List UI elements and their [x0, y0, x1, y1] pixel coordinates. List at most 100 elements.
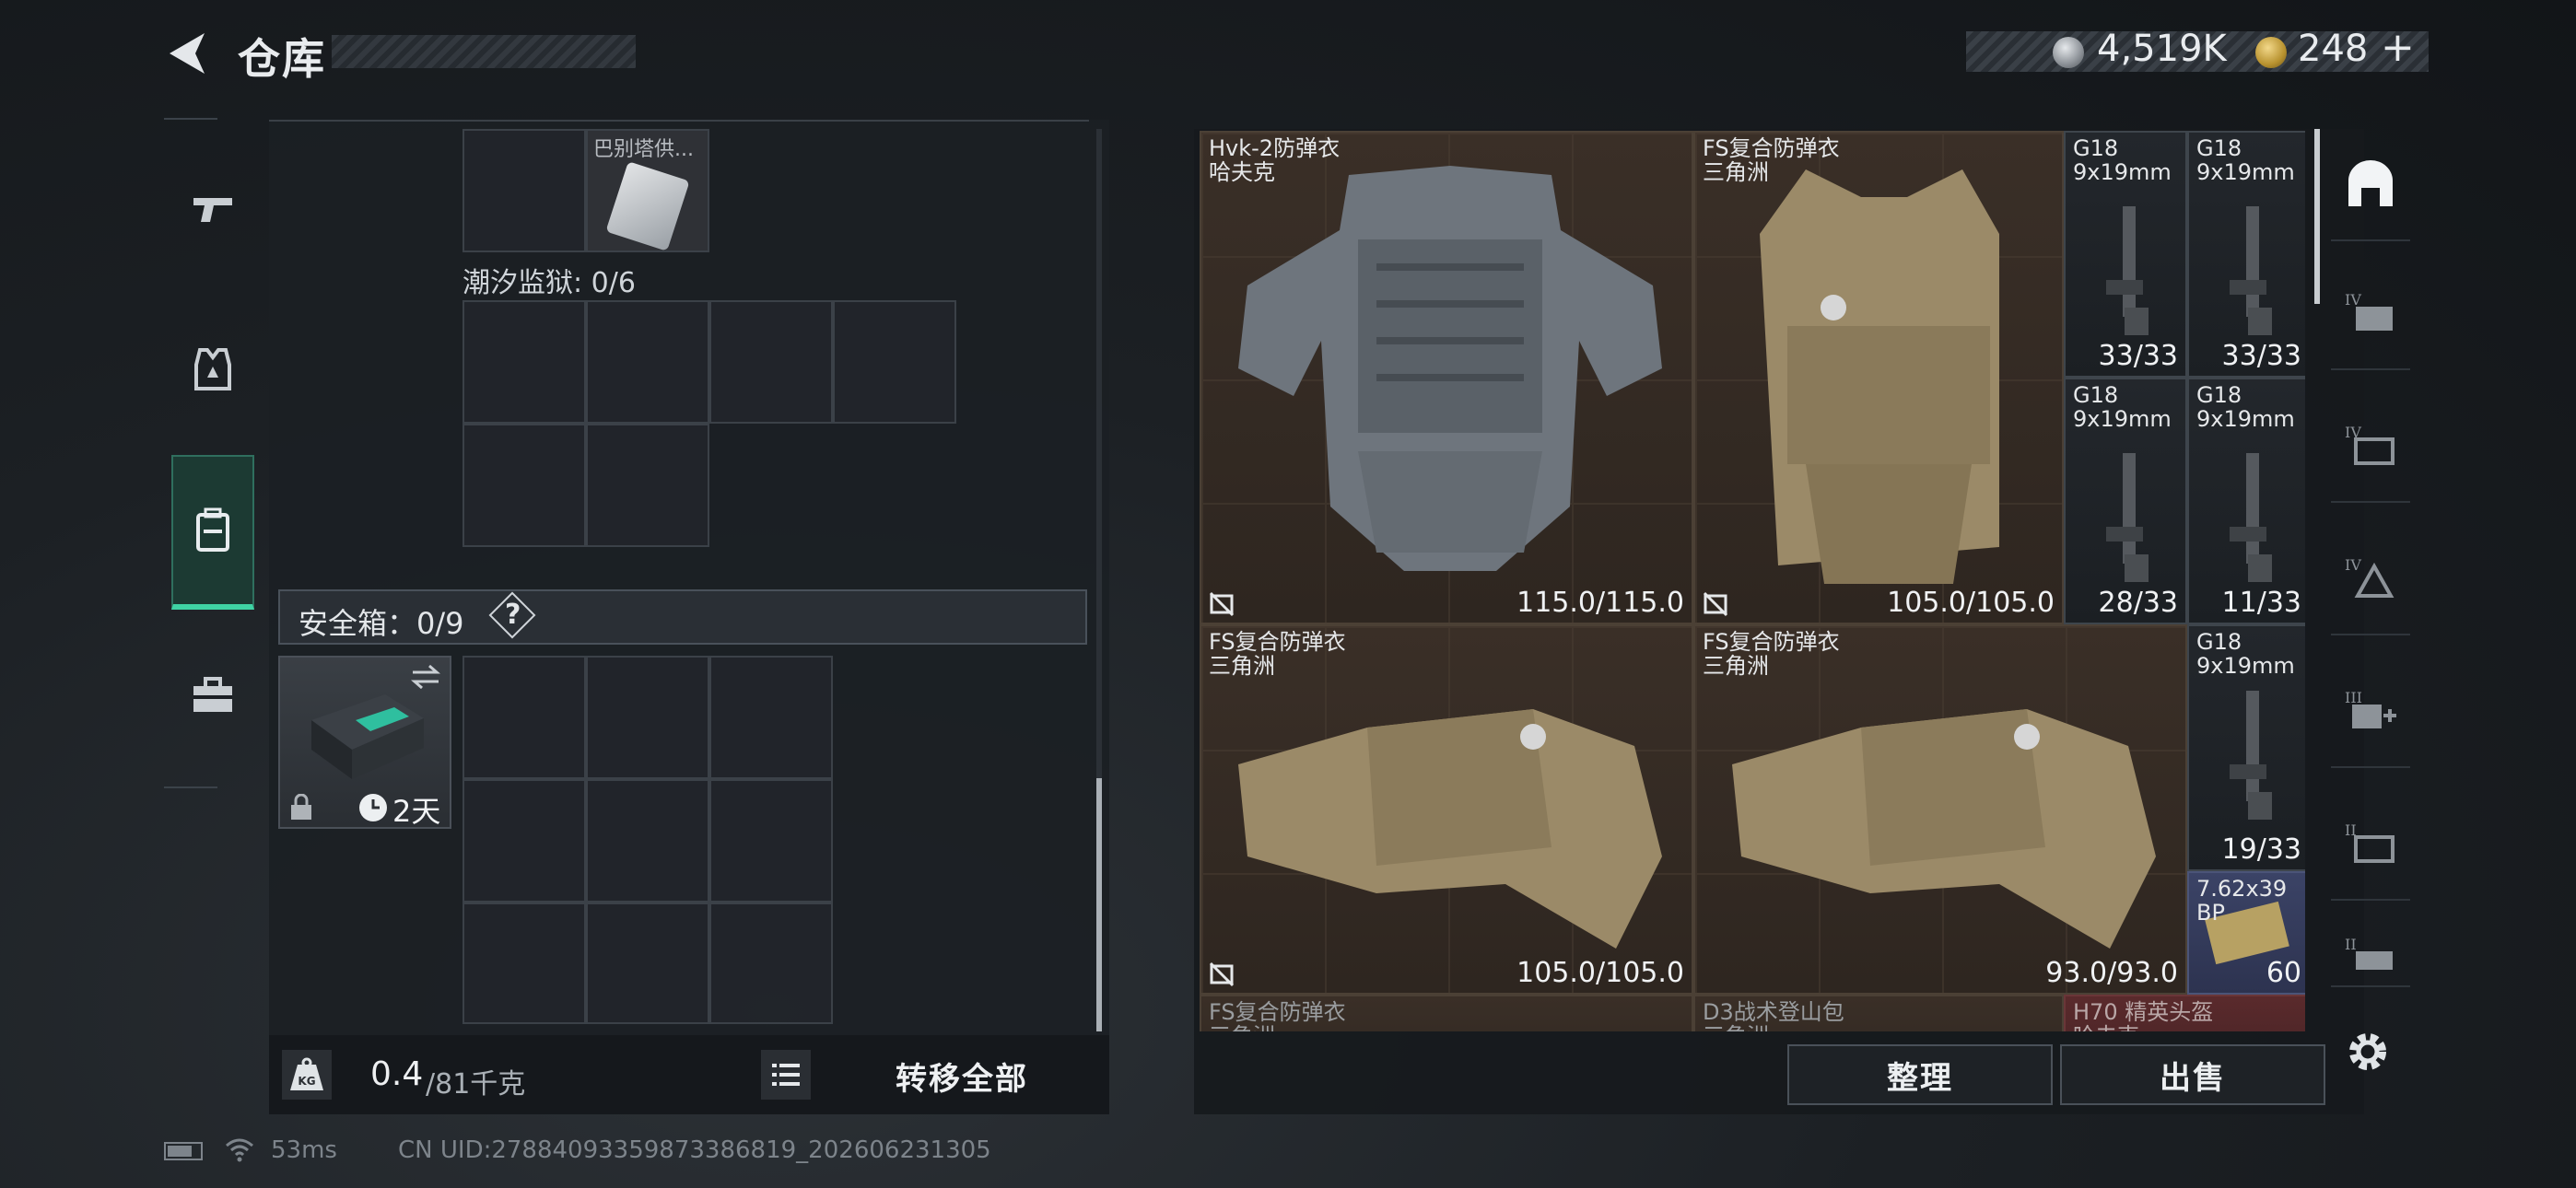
tab-rig-ii[interactable]: II — [2331, 788, 2410, 901]
ammo-count: 19/33 — [2221, 833, 2301, 866]
item-h70-helmet[interactable]: H70 精英头盔 哈夫克 — [2064, 995, 2305, 1031]
grid-cell[interactable] — [586, 779, 709, 903]
svg-text:IV: IV — [2345, 556, 2361, 574]
plate-carrier-icon — [1238, 709, 1662, 949]
add-currency-button[interactable]: + — [2381, 24, 2415, 71]
settings-button[interactable] — [2340, 1024, 2395, 1079]
item-fs-armor[interactable]: FS复合防弹衣 三角洲 105.0/105.0 — [1693, 131, 2064, 624]
grid-cell[interactable] — [709, 779, 833, 903]
grid-cell[interactable] — [586, 656, 709, 779]
item-name: G18 9x19mm — [2196, 382, 2295, 432]
item-g18[interactable]: G18 9x19mm 28/33 — [2064, 378, 2187, 624]
grid-cell[interactable] — [463, 300, 586, 424]
ammo-count: 60 — [2266, 957, 2301, 989]
item-name: FS复合防弹衣 三角洲 — [1209, 999, 1346, 1031]
grid-cell[interactable] — [463, 129, 586, 252]
rig-ii-icon: II — [2345, 821, 2395, 863]
battery-icon — [164, 1142, 203, 1160]
pistol-icon — [193, 198, 232, 222]
durability: 115.0/115.0 — [1516, 587, 1684, 619]
svg-text:II: II — [2345, 936, 2357, 953]
item-g18[interactable]: G18 9x19mm 33/33 — [2064, 131, 2187, 378]
not-insured-icon — [1703, 591, 1728, 617]
safe-box-header: 安全箱：0/9 ? — [278, 589, 1087, 645]
grid-cell[interactable] — [709, 656, 833, 779]
sort-button[interactable]: 整理 — [1787, 1044, 2053, 1105]
medkit-iii-icon: III — [2345, 689, 2396, 728]
tab-rig-iv[interactable]: IV — [2331, 390, 2410, 503]
expire-time: 2天 — [392, 794, 441, 829]
svg-text:III: III — [2345, 689, 2362, 706]
not-insured-icon — [1209, 961, 1235, 987]
silver-amount: 4,519K — [2097, 28, 2227, 70]
ping: 53ms — [271, 1136, 337, 1164]
swap-icon[interactable] — [409, 663, 442, 691]
grid-cell[interactable] — [586, 424, 709, 547]
svg-text:KG: KG — [298, 1075, 315, 1088]
list-icon — [772, 1064, 800, 1086]
grid-cell[interactable] — [463, 656, 586, 779]
nav-backpack[interactable] — [171, 455, 254, 610]
item-d3-backpack[interactable]: D3战术登山包 三角洲 — [1693, 995, 2064, 1031]
grid-cell[interactable] — [586, 300, 709, 424]
sell-button[interactable]: 出售 — [2060, 1044, 2325, 1105]
grid-cell[interactable] — [709, 903, 833, 1024]
list-view-button[interactable] — [761, 1050, 811, 1100]
plate-carrier-icon — [1760, 169, 1999, 584]
toolbox-icon — [193, 677, 232, 712]
category-tabs: IV IV IV III II II — [2331, 129, 2410, 987]
ammo-count: 11/33 — [2221, 587, 2301, 619]
page-title: 仓库 — [238, 34, 326, 84]
item-fs-armor[interactable]: FS复合防弹衣 三角洲 — [1200, 995, 1693, 1031]
tab-all[interactable] — [2331, 129, 2410, 241]
home-icon — [2348, 160, 2393, 206]
tab-armor-iv[interactable]: IV — [2331, 258, 2410, 370]
item-name: G18 9x19mm — [2073, 135, 2172, 185]
weight-max: /81千克 — [426, 1068, 526, 1101]
durability: 105.0/105.0 — [1887, 587, 2055, 619]
armor-iv-icon: IV — [2345, 291, 2393, 331]
grid-cell[interactable] — [463, 779, 586, 903]
nav-gear[interactable] — [171, 319, 254, 420]
item-name: G18 9x19mm — [2073, 382, 2172, 432]
nav-toolbox[interactable] — [171, 645, 254, 746]
item-name: D3战术登山包 三角洲 — [1703, 999, 1844, 1031]
tab-medkit-iii[interactable]: III — [2331, 656, 2410, 768]
nav-weapons[interactable] — [171, 158, 254, 260]
help-text: ? — [505, 599, 521, 631]
transfer-all-button[interactable]: 转移全部 — [896, 1054, 1028, 1099]
ammo-count: 28/33 — [2098, 587, 2178, 619]
grid-cell[interactable] — [463, 424, 586, 547]
tab-helmet-iv[interactable]: IV — [2331, 523, 2410, 635]
pistol-icon — [2230, 453, 2272, 582]
durability: 105.0/105.0 — [1516, 957, 1684, 989]
pistol-icon — [2230, 206, 2272, 335]
left-scroll-thumb[interactable] — [1096, 778, 1102, 1031]
wifi-icon — [226, 1138, 253, 1162]
item-name: G18 9x19mm — [2196, 629, 2295, 679]
tab-armor-ii[interactable]: II — [2331, 921, 2410, 987]
item-fs-armor[interactable]: FS复合防弹衣 三角洲 93.0/93.0 — [1693, 624, 2187, 995]
grid-cell[interactable] — [463, 903, 586, 1024]
item-ammo-762[interactable]: 7.62x39 BP 60 — [2187, 871, 2305, 995]
grid-cell[interactable] — [709, 300, 833, 424]
grid-cell[interactable] — [833, 300, 956, 424]
item-fs-armor[interactable]: FS复合防弹衣 三角洲 105.0/105.0 — [1200, 624, 1693, 995]
item-name: Hvk-2防弹衣 哈夫克 — [1209, 135, 1341, 185]
grid-cell[interactable] — [586, 903, 709, 1024]
safe-case-icon — [311, 694, 424, 779]
item-hvk2-armor[interactable]: Hvk-2防弹衣 哈夫克 115.0/115.0 — [1200, 131, 1693, 624]
armor-vest-icon — [1238, 166, 1662, 571]
backpack-icon — [196, 507, 229, 552]
item-g18[interactable]: G18 9x19mm 11/33 — [2187, 378, 2305, 624]
right-scroll-thumb[interactable] — [2314, 129, 2320, 304]
user-uid: CN UID:2788409335987338681​9_20260623130… — [398, 1136, 991, 1164]
item-g18[interactable]: G18 9x19mm 19/33 — [2187, 624, 2305, 871]
pistol-icon — [2230, 691, 2272, 820]
item-name: 7.62x39 BP — [2196, 876, 2288, 926]
safe-box-item[interactable]: 2天 — [278, 656, 451, 829]
gear-icon — [2349, 1033, 2386, 1070]
back-button[interactable] — [164, 29, 210, 77]
item-slot-babel[interactable]: 巴别塔供... — [586, 129, 709, 252]
item-g18[interactable]: G18 9x19mm 33/33 — [2187, 131, 2305, 378]
